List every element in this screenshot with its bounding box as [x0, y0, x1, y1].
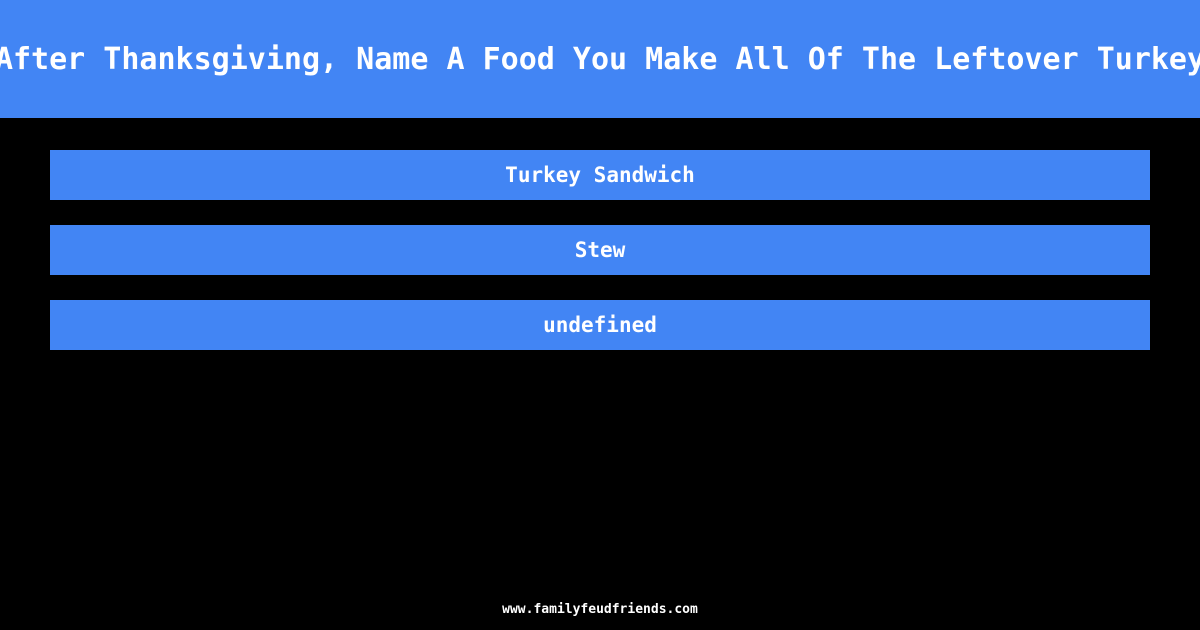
answer-label-3: undefined [543, 312, 657, 337]
answer-label-1: Turkey Sandwich [505, 162, 695, 187]
answer-row-3[interactable]: undefined [50, 300, 1150, 350]
answer-label-2: Stew [574, 237, 626, 262]
footer-site-url: www.familyfeudfriends.com [502, 602, 698, 617]
answer-row-1[interactable]: Turkey Sandwich [50, 150, 1150, 200]
question-banner: After Thanksgiving, Name A Food You Make… [0, 0, 1200, 118]
footer: www.familyfeudfriends.com [0, 598, 1200, 617]
page-root: After Thanksgiving, Name A Food You Make… [0, 0, 1200, 630]
question-title: After Thanksgiving, Name A Food You Make… [0, 41, 1200, 77]
answer-list: Turkey Sandwich Stew undefined [50, 150, 1150, 350]
answer-row-2[interactable]: Stew [50, 225, 1150, 275]
